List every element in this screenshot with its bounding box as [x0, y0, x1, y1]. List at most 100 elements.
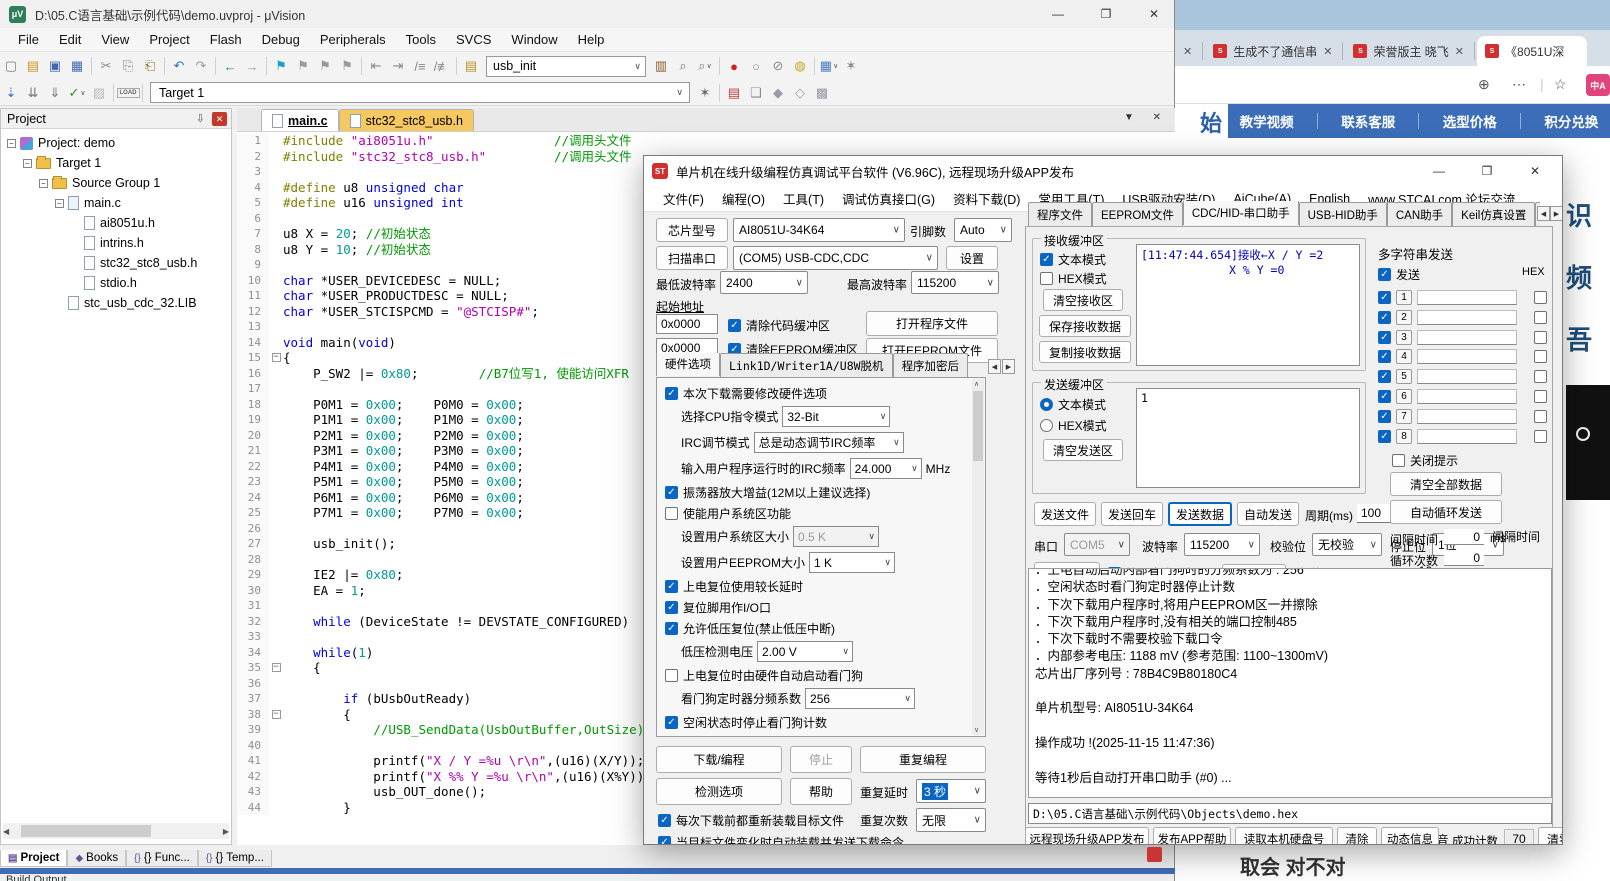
nav-item-2[interactable]: 选型价格: [1443, 111, 1497, 131]
pins-select[interactable]: Auto: [954, 218, 1012, 242]
navigate-back-icon[interactable]: ←: [219, 56, 241, 76]
repeat-count-select[interactable]: 无限: [916, 808, 986, 832]
chip-type-button[interactable]: 芯片型号: [656, 218, 728, 242]
tree-item-stc32-stc8-usb-h[interactable]: stc32_stc8_usb.h: [3, 253, 223, 273]
manage-layers-icon[interactable]: ◇: [789, 83, 811, 103]
video-thumbnail[interactable]: [1566, 385, 1610, 500]
uncomment-icon[interactable]: /≢: [431, 56, 453, 76]
reload-target-checkbox[interactable]: 每次下载前都重新装载目标文件: [658, 812, 844, 829]
manage-multiproject-icon[interactable]: ▩: [811, 83, 833, 103]
repeat-program-button[interactable]: 重复编程: [860, 746, 986, 773]
browser-tab-2[interactable]: S 荣誉版主 晓飞 ✕: [1345, 36, 1472, 66]
hw-option-checkbox-5[interactable]: 使能用户系统区功能: [665, 505, 791, 522]
hw-option-checkbox-8[interactable]: 上电复位使用较长延时: [665, 578, 803, 595]
favorites-star-icon[interactable]: ☆: [1554, 76, 1567, 93]
dialog-menu-item[interactable]: 编程(O): [713, 189, 774, 208]
row-enabled-checkbox[interactable]: [1378, 370, 1391, 384]
options-wand-icon[interactable]: ✶: [694, 83, 716, 103]
target-file-path[interactable]: D:\05.C语言基础\示例代码\Objects\demo.hex: [1028, 803, 1552, 824]
row-number-button[interactable]: 5: [1396, 369, 1412, 385]
stop-button[interactable]: 停止: [790, 746, 852, 773]
editor-tab-stc32-stc8-usb-h[interactable]: stc32_stc8_usb.h: [338, 109, 474, 131]
enable-breakpoints-icon[interactable]: ◍: [789, 56, 811, 76]
window-layout-icon[interactable]: ▦ ∨: [818, 56, 840, 76]
tree-item-intrins-h[interactable]: intrins.h: [3, 233, 223, 253]
send-data-button[interactable]: 发送数据: [1168, 502, 1232, 526]
copy-receive-button[interactable]: 复制接收数据: [1039, 341, 1131, 363]
undo-icon[interactable]: ↶: [168, 56, 190, 76]
batch-build-icon[interactable]: ✓ ∨: [66, 83, 88, 103]
period-input[interactable]: 100: [1357, 504, 1391, 523]
hw-tab-1[interactable]: Link1D/Writer1A/U8W脱机: [720, 353, 893, 378]
receive-buffer-textarea[interactable]: [11:47:44.654]接收←X / Y =2 X % Y =0: [1136, 244, 1360, 366]
row-text-input[interactable]: [1417, 329, 1517, 345]
row-enabled-checkbox[interactable]: [1378, 390, 1391, 403]
hw-option-select-2[interactable]: 总是动态调节IRC频率: [753, 432, 904, 453]
browser-tab-1[interactable]: S 生成不了通信串 ✕: [1205, 36, 1340, 66]
bottom-button-3[interactable]: 清除: [1337, 827, 1377, 844]
row-number-button[interactable]: 1: [1396, 290, 1412, 305]
tree-expander-icon[interactable]: −: [7, 138, 16, 148]
more-options-icon[interactable]: ⋯: [1512, 76, 1526, 93]
menu-item-svcs[interactable]: SVCS: [446, 32, 501, 47]
row-hex-checkbox[interactable]: [1534, 291, 1547, 304]
kill-breakpoints-icon[interactable]: ⊘: [767, 56, 789, 76]
hw-option-select-11[interactable]: 2.00 V: [757, 641, 854, 662]
tree-item-project-demo[interactable]: − Project: demo: [3, 133, 223, 153]
tab-close-icon[interactable]: ✕: [1183, 45, 1192, 58]
insert-breakpoint-icon[interactable]: ●: [723, 56, 745, 76]
hw-option-checkbox-10[interactable]: 允许低压复位(禁止低压中断): [665, 620, 835, 637]
manage-runtime-icon[interactable]: ❏: [745, 83, 767, 103]
menu-item-file[interactable]: File: [8, 32, 49, 47]
row-enabled-checkbox[interactable]: [1378, 429, 1391, 443]
settings-button[interactable]: 设置: [946, 246, 998, 270]
find-text-combo[interactable]: usb_init: [486, 55, 646, 77]
assistant-tab-2[interactable]: CDC/HID-串口助手: [1182, 201, 1299, 225]
recv-hex-mode-checkbox[interactable]: HEX模式: [1040, 270, 1107, 287]
auto-send-button[interactable]: 自动发送: [1237, 502, 1299, 526]
translate-icon[interactable]: ⇣: [0, 83, 22, 103]
row-text-input[interactable]: [1417, 309, 1517, 325]
row-enabled-checkbox[interactable]: [1378, 330, 1391, 344]
row-hex-checkbox[interactable]: [1534, 429, 1547, 443]
row-number-button[interactable]: 2: [1396, 309, 1412, 325]
row-hex-checkbox[interactable]: [1534, 330, 1547, 344]
row-hex-checkbox[interactable]: [1534, 310, 1547, 324]
scrollbar-thumb[interactable]: [21, 825, 151, 837]
loop-count-input[interactable]: 0: [1444, 550, 1484, 566]
manage-books-icon[interactable]: ◆: [767, 83, 789, 103]
editor-tab-main-c[interactable]: main.c: [261, 109, 339, 131]
send-buffer-textarea[interactable]: 1: [1136, 388, 1360, 488]
autoload-send-checkbox[interactable]: 当目标文件变化时自动装载并发送下载命令: [658, 834, 904, 844]
fold-marker-icon[interactable]: −: [271, 663, 281, 672]
hw-tab-0[interactable]: 硬件选项: [656, 353, 720, 376]
tree-item-main-c[interactable]: − main.c: [3, 193, 223, 213]
copy-icon[interactable]: ⎘: [117, 56, 139, 76]
send-enter-button[interactable]: 发送回车: [1101, 502, 1163, 526]
assistant-tab-5[interactable]: Keil仿真设置: [1452, 202, 1536, 227]
row-hex-checkbox[interactable]: [1534, 370, 1547, 384]
assistant-tab-4[interactable]: CAN助手: [1386, 202, 1453, 227]
dialog-menu-item[interactable]: 资料下载(D): [944, 189, 1029, 208]
save-icon[interactable]: ▣: [44, 56, 66, 76]
navigate-forward-icon[interactable]: →: [241, 56, 263, 76]
nav-item-3[interactable]: 积分兑换: [1544, 111, 1598, 131]
download-program-button[interactable]: 下载/编程: [656, 746, 782, 773]
scroll-right-icon[interactable]: ▶: [223, 827, 229, 836]
row-hex-checkbox[interactable]: [1534, 350, 1547, 364]
clear-success-count-button[interactable]: 清零: [1538, 827, 1562, 844]
fold-marker-icon[interactable]: −: [271, 353, 281, 362]
paste-icon[interactable]: ⎗: [139, 56, 161, 76]
menu-item-flash[interactable]: Flash: [200, 32, 252, 47]
row-number-button[interactable]: 3: [1396, 329, 1412, 345]
row-text-input[interactable]: [1417, 408, 1517, 424]
indent-icon[interactable]: ⇥: [387, 56, 409, 76]
fold-marker-icon[interactable]: −: [271, 709, 281, 719]
tree-item-target-1[interactable]: − Target 1: [3, 153, 223, 173]
browser-tab-0[interactable]: ✕: [1175, 36, 1200, 66]
configure-icon[interactable]: ✶: [840, 56, 862, 76]
menu-item-tools[interactable]: Tools: [396, 32, 446, 47]
hw-option-checkbox-14[interactable]: 空闲状态时停止看门狗计数: [665, 714, 827, 731]
download-load-icon[interactable]: LOAD: [116, 83, 140, 103]
tree-expander-icon[interactable]: −: [23, 158, 32, 168]
